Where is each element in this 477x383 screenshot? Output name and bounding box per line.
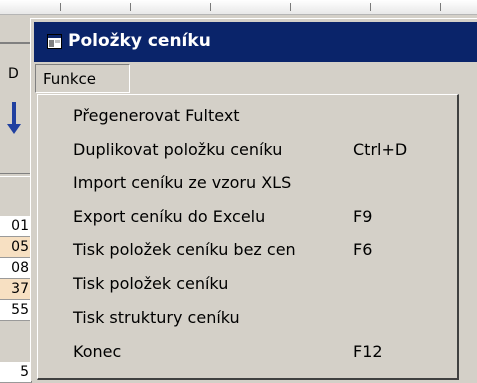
menu-funkce-label: Funkce xyxy=(43,70,96,88)
menu-item-import-ceniku[interactable]: Import ceníku ze vzoru XLS xyxy=(38,166,456,199)
menu-funkce[interactable]: Funkce xyxy=(35,64,130,93)
background-ruler xyxy=(0,0,477,15)
arrow-down-icon[interactable] xyxy=(5,100,23,136)
window-titlebar[interactable]: Položky ceníku xyxy=(34,22,477,62)
background-row-value[interactable]: 05 xyxy=(0,237,32,258)
background-menu-item[interactable]: D xyxy=(8,66,19,82)
menu-item-tisk-polozek[interactable]: Tisk položek ceníku xyxy=(38,267,456,300)
funkce-dropdown-menu: Přegenerovat Fultext Duplikovat položku … xyxy=(37,94,459,380)
menu-item-tisk-struktury[interactable]: Tisk struktury ceníku xyxy=(38,301,456,334)
menu-item-label: Přegenerovat Fultext xyxy=(73,106,240,125)
menu-item-label: Konec xyxy=(73,342,122,361)
menu-item-tisk-bez-cen[interactable]: Tisk položek ceníku bez cen F6 xyxy=(38,233,456,266)
menu-item-label: Export ceníku do Excelu xyxy=(73,207,266,226)
background-row-value[interactable]: 55 xyxy=(0,300,32,321)
menu-item-duplikovat-polozku[interactable]: Duplikovat položku ceníku Ctrl+D xyxy=(38,133,456,166)
window-title: Položky ceníku xyxy=(68,31,211,51)
menu-item-shortcut: F12 xyxy=(353,342,383,361)
background-divider xyxy=(0,42,32,44)
menu-item-label: Tisk položek ceníku xyxy=(73,274,229,293)
menu-item-shortcut: F9 xyxy=(353,207,373,226)
background-separator-highlight xyxy=(0,176,32,177)
window-app-icon xyxy=(47,34,62,49)
background-row-value[interactable]: 01 xyxy=(0,216,32,237)
menu-item-label: Tisk struktury ceníku xyxy=(73,308,240,327)
menu-item-export-ceniku[interactable]: Export ceníku do Excelu F9 xyxy=(38,200,456,233)
menu-bar: Funkce xyxy=(34,64,477,94)
menu-item-label: Import ceníku ze vzoru XLS xyxy=(73,173,292,192)
menu-item-konec[interactable]: Konec F12 xyxy=(38,335,456,368)
background-row-value[interactable]: 37 xyxy=(0,279,32,300)
menu-item-label: Tisk položek ceníku bez cen xyxy=(73,240,296,259)
background-separator xyxy=(0,173,32,174)
menu-item-pregenerovat-fultext[interactable]: Přegenerovat Fultext xyxy=(38,99,456,132)
menu-item-shortcut: Ctrl+D xyxy=(353,140,408,159)
menu-item-shortcut: F6 xyxy=(353,240,373,259)
background-row-value[interactable]: 08 xyxy=(0,258,32,279)
menu-item-label: Duplikovat položku ceníku xyxy=(73,140,283,159)
